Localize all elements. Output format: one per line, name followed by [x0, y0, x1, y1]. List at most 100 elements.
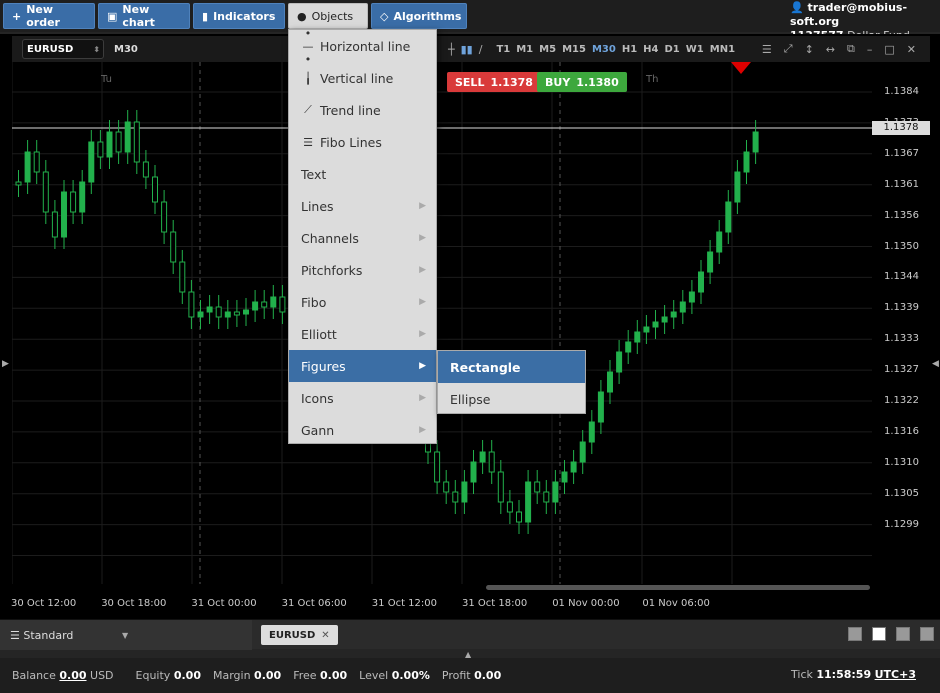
chart-tab[interactable]: EURUSD ✕ [261, 625, 338, 645]
menu-item-elliott[interactable]: Elliott ▶ [289, 318, 436, 350]
vertical-arrows-icon[interactable]: ↕ [805, 43, 814, 56]
timeframe-m30[interactable]: M30 [592, 44, 616, 55]
menu-item-channels[interactable]: Channels ▶ [289, 222, 436, 254]
candles-icon[interactable]: ▮▮ [461, 43, 473, 56]
price-tick-label: 1.1310 [884, 456, 919, 468]
user-icon: 👤 [790, 1, 804, 14]
right-arrow-icon[interactable]: ◀ [932, 359, 939, 369]
candle [679, 301, 686, 313]
price-chart[interactable] [12, 62, 872, 584]
menu-item-lines[interactable]: Lines ▶ [289, 190, 436, 222]
trend-line-icon: ⟋ [304, 103, 312, 116]
layout-selector[interactable]: ☰ Standard ▼ [0, 620, 252, 650]
new-order-button[interactable]: + New order [3, 3, 95, 29]
algorithms-button[interactable]: ◇ Algorithms [371, 3, 467, 29]
candle [33, 151, 40, 173]
candle [97, 141, 104, 158]
candle [252, 301, 259, 311]
timeframe-m5[interactable]: M5 [539, 44, 556, 55]
minimize-icon[interactable]: – [867, 43, 873, 56]
menu-item-icons[interactable]: Icons ▶ [289, 382, 436, 414]
menu-item-figures[interactable]: Figures ▶ [289, 350, 436, 382]
close-icon[interactable]: ✕ [907, 43, 916, 56]
submenu-arrow-icon: ▶ [419, 233, 426, 243]
time-tick-label: 01 Nov 00:00 [552, 598, 620, 609]
timeframe-m1[interactable]: M1 [516, 44, 533, 55]
candle [243, 309, 249, 315]
menu-item-pitchforks[interactable]: Pitchforks ▶ [289, 254, 436, 286]
new-chart-button[interactable]: ▣ New chart [98, 3, 190, 29]
symbol-selector[interactable]: EURUSD ⬍ [22, 39, 104, 59]
price-tick-label: 1.1316 [884, 425, 919, 437]
candle [725, 201, 732, 233]
candle [452, 491, 459, 503]
candle [634, 331, 641, 343]
candle [543, 491, 550, 503]
candle [206, 306, 213, 313]
level-value: 0.00% [391, 669, 430, 682]
candle [525, 481, 532, 523]
timeframe-list: T1 M1 M5 M15 M30 H1 H4 D1 W1 MN1 [496, 44, 735, 55]
vertical-line-icon: ╽ [304, 71, 312, 85]
layout-grid-icon[interactable] [872, 627, 886, 641]
margin-label: Margin [212, 669, 251, 682]
menu-item-label: Trend line [320, 102, 381, 118]
candle [215, 306, 222, 318]
price-tick-label: 1.1322 [884, 395, 919, 406]
timeframe-h1[interactable]: H1 [622, 44, 637, 55]
fibo-tool-icon[interactable]: ☰ [762, 43, 772, 56]
buy-button[interactable]: BUY 1.1380 [537, 72, 627, 92]
timeframe-t1[interactable]: T1 [496, 44, 510, 55]
detach-icon[interactable]: ⧉ [847, 42, 855, 56]
left-arrow-icon[interactable]: ▶ [2, 359, 9, 369]
tick-label: Tick [791, 668, 813, 681]
clock: Tick 11:58:59 UTC+3 [791, 668, 916, 681]
layout-rows-icon[interactable] [920, 627, 934, 641]
layout-single-icon[interactable] [848, 627, 862, 641]
submenu-item-ellipse[interactable]: Ellipse [438, 383, 585, 415]
candle [170, 231, 177, 263]
timezone[interactable]: UTC+3 [875, 668, 916, 681]
current-bar-marker-icon [731, 62, 751, 74]
time-tick-label: 30 Oct 12:00 [11, 598, 77, 609]
expand-diagonal-icon[interactable]: ⤢ [784, 42, 793, 56]
margin-value: 0.00 [254, 669, 282, 682]
candle [161, 201, 168, 233]
price-tick-label: 1.1384 [884, 86, 919, 97]
candle [579, 441, 586, 463]
balance-value[interactable]: 0.00 [59, 669, 86, 682]
menu-item-vertical-line[interactable]: ╽ Vertical line [289, 62, 436, 94]
timeframe-w1[interactable]: W1 [686, 44, 704, 55]
timeframe-d1[interactable]: D1 [664, 44, 679, 55]
submenu-arrow-icon: ▶ [419, 425, 426, 435]
timeframe-mn1[interactable]: MN1 [710, 44, 735, 55]
horizontal-line-icon: •—• [302, 26, 314, 66]
horizontal-arrows-icon[interactable]: ↔ [826, 43, 835, 56]
menu-item-fibo-lines[interactable]: ☰ Fibo Lines [289, 126, 436, 158]
menu-item-trend-line[interactable]: ⟋ Trend line [289, 94, 436, 126]
objects-button[interactable]: ● Objects [288, 3, 368, 29]
line-chart-icon[interactable]: ∕ [479, 43, 483, 56]
timeframe-m15[interactable]: M15 [562, 44, 586, 55]
candle [106, 131, 113, 158]
crosshair-icon[interactable]: ┼ [448, 43, 455, 56]
layout-columns-icon[interactable] [896, 627, 910, 641]
menu-item-fibo[interactable]: Fibo ▶ [289, 286, 436, 318]
candle [688, 291, 695, 303]
menu-item-label: Text [301, 166, 327, 182]
sell-button[interactable]: SELL 1.1378 [447, 72, 541, 92]
close-tab-icon[interactable]: ✕ [321, 630, 329, 641]
horizontal-scrollbar[interactable] [486, 585, 870, 590]
timeframe-h4[interactable]: H4 [643, 44, 658, 55]
status-bar: Balance 0.00 USD Equity 0.00 Margin 0.00… [0, 658, 940, 693]
submenu-item-rectangle[interactable]: Rectangle [438, 351, 585, 383]
candle [270, 296, 277, 308]
menu-item-text[interactable]: Text [289, 158, 436, 190]
candle [716, 231, 723, 253]
candle [261, 301, 268, 308]
indicators-button[interactable]: ▮ Indicators [193, 3, 285, 29]
menu-item-horizontal-line[interactable]: •—• Horizontal line [289, 27, 436, 66]
submenu-arrow-icon: ▶ [419, 329, 426, 339]
maximize-icon[interactable]: □ [884, 43, 894, 56]
menu-item-gann[interactable]: Gann ▶ [289, 414, 436, 446]
